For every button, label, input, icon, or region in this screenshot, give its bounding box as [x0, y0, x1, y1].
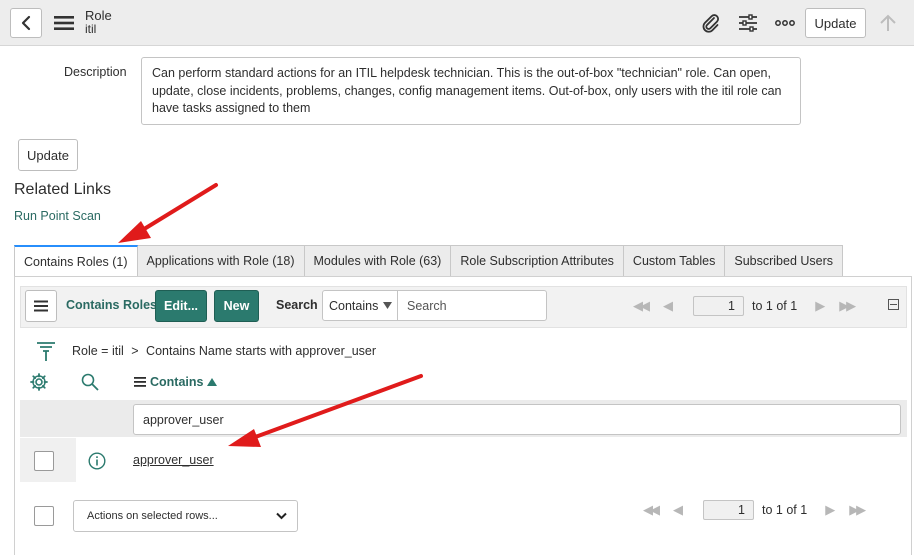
top-pagination: ◀◀ ◀ 1 to 1 of 1 ▶ ▶▶ [633, 296, 856, 316]
page-total: to 1 of 1 [752, 299, 798, 313]
bottom-pagination: ◀◀ ◀ 1 to 1 of 1 ▶ ▶▶ [643, 500, 866, 520]
run-point-scan-link[interactable]: Run Point Scan [14, 209, 101, 223]
tab-modules-with-role[interactable]: Modules with Role (63) [304, 245, 452, 277]
tab-custom-tables[interactable]: Custom Tables [623, 245, 726, 277]
more-options-button[interactable] [774, 12, 796, 34]
attachment-button[interactable] [700, 12, 722, 34]
personalize-button[interactable] [737, 12, 759, 34]
list-title[interactable]: Contains Roles [66, 298, 157, 312]
info-icon[interactable] [88, 452, 106, 470]
hamburger-icon[interactable] [54, 15, 74, 31]
breadcrumb-root[interactable]: Role = itil [72, 344, 124, 358]
page-input[interactable]: 1 [693, 296, 744, 316]
description-label: Description [64, 65, 127, 79]
search-field-select[interactable]: Contains [322, 290, 398, 321]
page-input[interactable]: 1 [703, 500, 754, 520]
search-icon[interactable] [81, 373, 99, 391]
new-button[interactable]: New [214, 290, 259, 322]
chevron-left-icon [21, 15, 31, 31]
prev-page-icon[interactable]: ◀ [673, 502, 683, 518]
next-page-icon[interactable]: ▶ [815, 298, 825, 314]
record-type: Role [85, 8, 112, 23]
sort-ascending-icon [207, 378, 218, 386]
back-button[interactable] [10, 8, 42, 38]
more-icon [775, 20, 795, 26]
column-header-label: Contains [150, 375, 204, 389]
breadcrumb-filter[interactable]: Contains Name starts with approver_user [146, 344, 376, 358]
related-list-tabs: Contains Roles (1) Applications with Rol… [14, 245, 844, 277]
next-page-icon[interactable]: ▶ [825, 502, 835, 518]
arrow-up-icon [880, 14, 896, 31]
filter-icon[interactable] [36, 341, 56, 363]
column-header-contains[interactable]: Contains [134, 375, 218, 389]
hamburger-icon [34, 300, 48, 312]
search-label: Search [276, 298, 318, 312]
caret-down-icon [383, 302, 393, 309]
breadcrumb: Role = itil > Contains Name starts with … [72, 344, 376, 358]
table-row[interactable]: approver_user [133, 453, 214, 467]
page-total: to 1 of 1 [762, 503, 808, 517]
last-page-icon[interactable]: ▶▶ [849, 502, 866, 518]
chevron-down-icon [276, 512, 287, 520]
actions-select-value: Actions on selected rows... [87, 510, 218, 522]
breadcrumb-separator: > [131, 344, 139, 358]
row-checkbox[interactable] [34, 451, 54, 471]
header-update-button[interactable]: Update [805, 8, 866, 38]
sliders-icon [739, 14, 757, 32]
description-field[interactable]: Can perform standard actions for an ITIL… [141, 57, 801, 125]
related-links-title: Related Links [14, 181, 111, 198]
tab-subscribed-users[interactable]: Subscribed Users [725, 245, 844, 277]
column-filter-input[interactable]: approver_user [133, 404, 901, 435]
search-field-value: Contains [329, 298, 379, 313]
gear-icon[interactable] [30, 373, 48, 391]
annotation-arrow-icon [118, 183, 218, 243]
actions-select[interactable]: Actions on selected rows... [73, 500, 298, 532]
collapse-icon[interactable] [888, 299, 899, 310]
list-context-menu-button[interactable] [25, 290, 57, 322]
column-menu-icon[interactable] [134, 377, 146, 387]
first-page-icon[interactable]: ◀◀ [633, 298, 650, 314]
last-page-icon[interactable]: ▶▶ [839, 298, 856, 314]
update-button[interactable]: Update [18, 139, 78, 171]
first-page-icon[interactable]: ◀◀ [643, 502, 660, 518]
tab-applications-with-role[interactable]: Applications with Role (18) [137, 245, 305, 277]
prev-page-icon[interactable]: ◀ [663, 298, 673, 314]
tab-role-subscription-attributes[interactable]: Role Subscription Attributes [451, 245, 624, 277]
tab-contains-roles[interactable]: Contains Roles (1) [14, 245, 138, 277]
record-name: itil [85, 22, 97, 36]
scroll-top-button[interactable] [877, 12, 899, 34]
paperclip-icon [702, 14, 720, 33]
search-input[interactable] [397, 290, 547, 321]
select-all-checkbox[interactable] [34, 506, 54, 526]
edit-button[interactable]: Edit... [155, 290, 207, 322]
